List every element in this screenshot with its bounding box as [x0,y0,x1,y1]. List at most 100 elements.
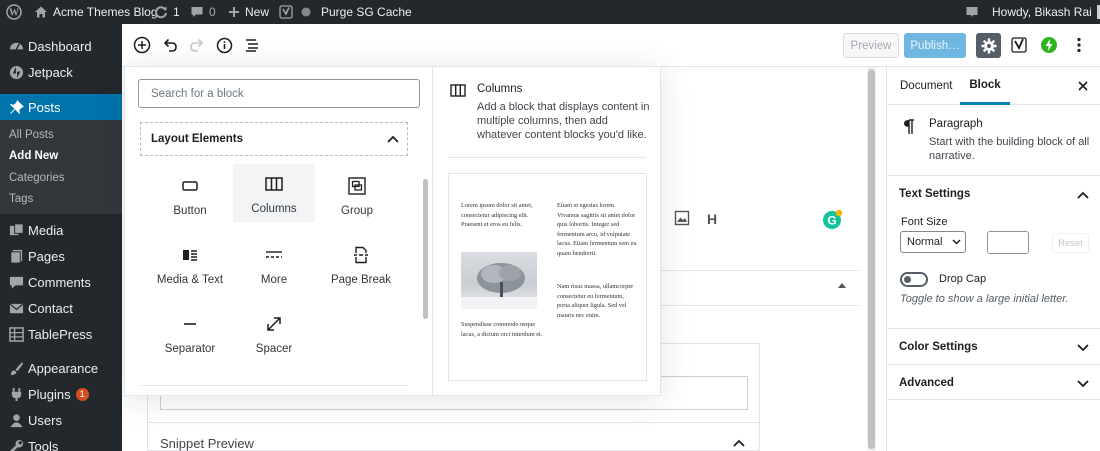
block-columns[interactable]: Columns [233,164,315,222]
chevron-up-icon[interactable] [733,439,745,447]
sidebar-item-dashboard[interactable]: Dashboard [0,33,122,59]
add-block-button[interactable] [129,32,155,58]
block-description: Start with the building block of all nar… [929,136,1090,162]
wordpress-logo-icon[interactable]: W [6,0,22,24]
tab-block-label: Block [969,78,1001,91]
site-name-link[interactable]: Acme Themes Blog [34,0,158,24]
advanced-panel[interactable]: Advanced [887,364,1100,400]
plus-circle-icon [133,36,151,54]
more-menu-button[interactable] [1066,32,1092,58]
status-dot-icon [301,0,311,24]
new-label: New [245,5,270,19]
sidebar-item-jetpack[interactable]: Jetpack [0,59,122,85]
purge-cache-link[interactable]: Purge SG Cache [321,0,412,24]
drop-cap-toggle[interactable] [900,272,928,287]
new-content-link[interactable]: New [228,0,269,24]
comment-icon [191,7,203,17]
reset-button[interactable]: Reset [1052,233,1089,253]
gear-icon [981,38,996,53]
tab-document[interactable]: Document [900,80,952,92]
chevron-down-icon [952,239,961,245]
canvas-scrollbar-thumb[interactable] [868,69,875,449]
undo-icon [163,38,177,52]
preview-tree-image [461,252,537,309]
purge-label: Purge SG Cache [321,5,412,19]
sidebar-item-users[interactable]: Users [0,407,122,433]
block-label: More [260,274,288,286]
sidebar-item-comments[interactable]: Comments [0,269,122,295]
close-settings-button[interactable] [1078,81,1088,91]
sidebar-item-posts[interactable]: Posts [0,94,122,120]
page-break-icon [353,244,369,266]
jetpack-button[interactable] [1036,32,1062,58]
block-page-break[interactable]: Page Break [316,235,406,293]
image-icon[interactable] [674,210,690,226]
sidebar-item-label: Contact [28,300,73,316]
yoast-icon [1011,37,1027,53]
block-group[interactable]: Group [316,166,398,224]
preview-col1-caption: Suspendisse commodo neque lacus, a dictu… [461,321,543,338]
inserter-scrollbar-thumb[interactable] [423,179,428,319]
tab-block[interactable]: Block [960,67,1010,105]
publish-button[interactable]: Publish… [904,33,966,58]
canvas-scrollbar[interactable] [867,67,876,451]
text-settings-title[interactable]: Text Settings [899,188,970,200]
chevron-up-icon[interactable] [1077,191,1089,199]
font-size-select[interactable]: Normal [900,231,966,253]
drop-cap-help: Toggle to show a large initial letter. [900,293,1069,305]
settings-button[interactable] [976,33,1001,58]
font-size-value: Normal [907,236,943,248]
paragraph-icon [903,119,915,135]
content-info-button[interactable] [211,32,237,58]
updates-count: 1 [173,5,180,19]
block-search-input[interactable]: Search for a block [138,79,420,108]
sidebar-item-plugins[interactable]: Plugins 1 [0,381,122,407]
svg-text:G: G [827,214,836,228]
pin-icon [6,99,26,115]
wrench-icon [6,439,26,451]
undo-button[interactable] [157,32,183,58]
category-toggle-layout-elements[interactable]: Layout Elements [140,122,408,156]
preview-button[interactable]: Preview [843,33,899,58]
columns-preview-card: Lorem ipsum dolor sit amet, consectetur … [448,173,647,381]
grammarly-icon[interactable]: G [822,208,844,230]
media-icon [6,222,26,238]
yoast-admin-icon[interactable] [279,0,293,24]
submenu-all-posts[interactable]: All Posts [9,129,54,141]
block-more[interactable]: More [233,235,315,293]
columns-icon [450,84,466,97]
yoast-seo-button[interactable] [1006,32,1032,58]
svg-text:W: W [9,8,19,19]
block-separator[interactable]: Separator [149,304,231,362]
snippet-preview-title[interactable]: Snippet Preview [160,436,254,451]
divider [148,422,759,423]
updates-link[interactable]: 1 [154,0,180,24]
sidebar-item-tools[interactable]: Tools [0,433,122,451]
caret-up-icon[interactable] [838,282,846,288]
custom-font-size-input[interactable] [987,231,1029,254]
button-icon [182,175,198,197]
sidebar-item-media[interactable]: Media [0,217,122,243]
color-settings-panel[interactable]: Color Settings [887,328,1100,364]
block-button[interactable]: Button [149,166,231,224]
chevron-down-icon [1077,380,1089,388]
block-spacer[interactable]: Spacer [233,304,315,362]
divider [140,385,408,386]
sidebar-item-pages[interactable]: Pages [0,243,122,269]
sidebar-item-tablepress[interactable]: TablePress [0,321,122,347]
sidebar-item-contact[interactable]: Contact [0,295,122,321]
sidebar-item-label: Pages [28,248,65,264]
submenu-categories[interactable]: Categories [9,172,65,184]
submenu-add-new[interactable]: Add New [9,150,58,162]
heading-block-button[interactable]: H [707,211,717,227]
sidebar-item-appearance[interactable]: Appearance [0,355,122,381]
redo-button[interactable] [184,32,210,58]
plus-icon [229,7,239,17]
block-media-text[interactable]: Media & Text [149,235,231,293]
block-navigation-button[interactable] [239,32,265,58]
notification-icon[interactable] [965,0,979,24]
comments-link[interactable]: 0 [190,0,216,24]
submenu-tags[interactable]: Tags [9,193,33,205]
account-menu[interactable]: Howdy, Bikash Rai [992,0,1100,24]
block-label: Columns [251,203,297,215]
